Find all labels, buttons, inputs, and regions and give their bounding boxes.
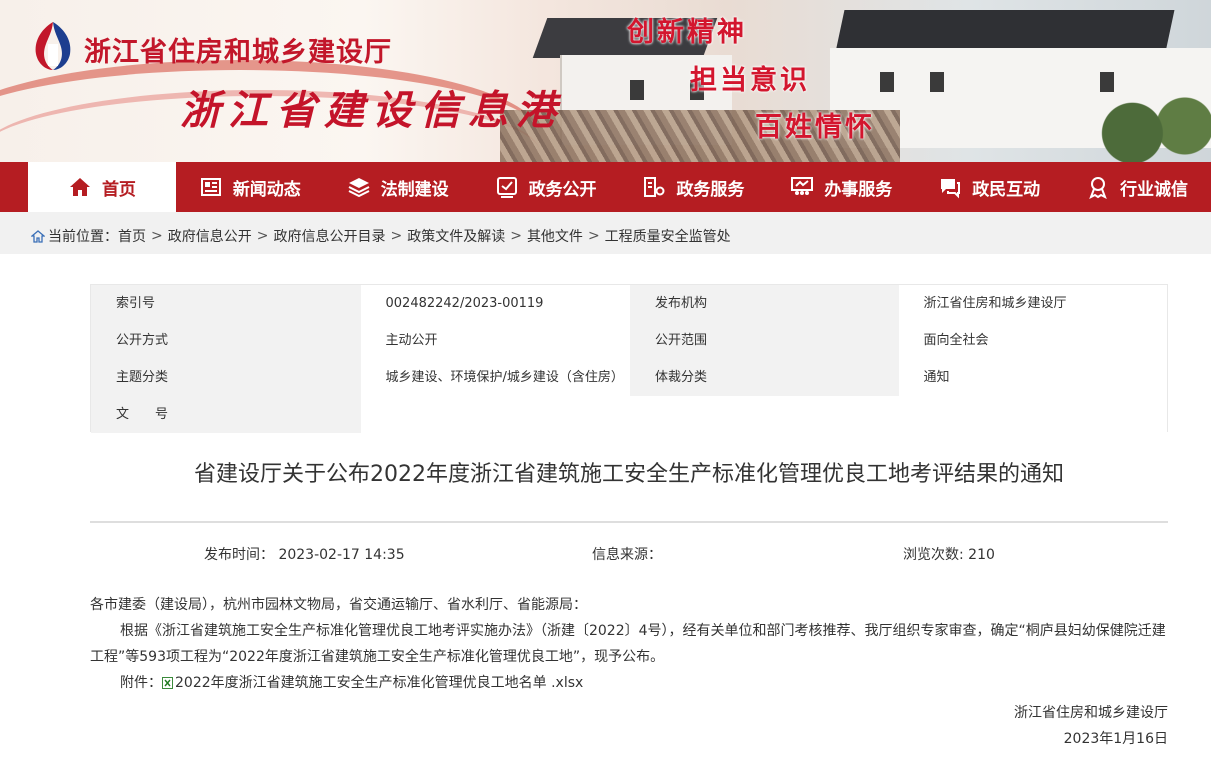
- breadcrumb-separator: >: [390, 228, 403, 244]
- excel-file-icon: [162, 677, 173, 689]
- nav-label: 政务公开: [528, 179, 597, 200]
- department-logo-icon[interactable]: [30, 20, 76, 72]
- home-icon: [31, 229, 45, 243]
- slogan-2: 担当意识: [690, 65, 810, 96]
- info-label: 发布机构: [630, 285, 899, 322]
- layers-icon: [348, 178, 370, 198]
- banner-building-roof: [835, 10, 1175, 52]
- breadcrumb-separator: >: [256, 228, 269, 244]
- nav-label: 行业诚信: [1120, 179, 1189, 200]
- award-icon: [1089, 177, 1107, 199]
- approval-icon: [496, 177, 517, 198]
- info-value: 主动公开: [360, 322, 630, 359]
- chat-icon: [941, 179, 961, 199]
- info-value: 浙江省住房和城乡建设厅: [898, 285, 1167, 322]
- info-label: 索引号: [91, 285, 361, 322]
- nav-label: 法制建设: [380, 179, 449, 200]
- signature-date: 2023年1月16日: [1063, 731, 1168, 747]
- slogan-3: 百姓情怀: [755, 112, 875, 143]
- info-row: 索引号 002482242/2023-00119 发布机构 浙江省住房和城乡建设…: [91, 285, 1167, 322]
- signature-block: 浙江省住房和城乡建设厅 2023年1月16日: [90, 700, 1168, 752]
- info-label: 公开范围: [630, 322, 899, 359]
- info-label: [630, 396, 899, 433]
- attachment-link[interactable]: 2022年度浙江省建筑施工安全生产标准化管理优良工地名单 .xlsx: [175, 670, 583, 696]
- org-name[interactable]: 浙江省住房和城乡建设厅: [84, 30, 392, 69]
- info-label: 公开方式: [91, 322, 361, 359]
- nav-item-gov-affairs[interactable]: 政务公开: [472, 162, 620, 212]
- breadcrumb-separator: >: [151, 228, 163, 244]
- banner-trees: [1080, 90, 1211, 162]
- site-banner: 浙江省住房和城乡建设厅 浙江省建设信息港 创新精神 担当意识 百姓情怀: [0, 0, 1211, 162]
- document-info-table: 索引号 002482242/2023-00119 发布机构 浙江省住房和城乡建设…: [90, 284, 1168, 433]
- article-salutation: 各市建委（建设局），杭州市园林文物局，省交通运输厅、省水利厅、省能源局：: [90, 597, 587, 613]
- meeting-icon: [791, 177, 814, 195]
- breadcrumb-policy[interactable]: 政策文件及解读: [407, 226, 505, 246]
- attachment-label: 附件：: [120, 675, 162, 691]
- view-count: 浏览次数: 210: [903, 547, 995, 563]
- breadcrumb-separator: >: [510, 228, 522, 244]
- home-icon: [69, 178, 90, 196]
- newspaper-icon: [200, 178, 221, 196]
- nav-label: 首页: [101, 179, 136, 200]
- nav-item-interaction[interactable]: 政民互动: [915, 162, 1063, 212]
- breadcrumb-separator: >: [587, 228, 600, 244]
- publish-time: 发布时间： 2023-02-17 14:35: [204, 547, 405, 563]
- info-label: 主题分类: [91, 359, 361, 396]
- banner-window: [880, 72, 894, 92]
- nav-item-home[interactable]: 首页: [28, 162, 176, 212]
- breadcrumb-other-files[interactable]: 其他文件: [527, 226, 583, 246]
- info-row: 主题分类 城乡建设、环境保护/城乡建设（含住房） 体裁分类 通知: [91, 359, 1167, 396]
- attachment-row: 附件： 2022年度浙江省建筑施工安全生产标准化管理优良工地名单 .xlsx: [90, 670, 1168, 696]
- nav-label: 办事服务: [824, 179, 893, 200]
- nav-label: 新闻动态: [232, 179, 301, 200]
- site-name: 浙江省建设信息港: [180, 87, 564, 134]
- info-value: [898, 396, 1167, 433]
- info-value: 002482242/2023-00119: [360, 285, 630, 322]
- banner-window: [930, 72, 944, 92]
- info-value: 通知: [898, 359, 1167, 396]
- main-nav: 首页 新闻动态 法制建设 政务公开 政务服务 办事服务 政民互动 行业诚信: [0, 162, 1211, 212]
- nav-item-handle-service[interactable]: 办事服务: [767, 162, 915, 212]
- divider: [90, 521, 1168, 523]
- article-paragraph: 根据《浙江省建筑施工安全生产标准化管理优良工地考评实施办法》（浙建〔2022〕4…: [90, 623, 1166, 665]
- nav-item-credit[interactable]: 行业诚信: [1063, 162, 1211, 212]
- info-label: 文 号: [91, 396, 361, 433]
- breadcrumb-quality-dept[interactable]: 工程质量安全监管处: [605, 226, 731, 246]
- breadcrumb-home[interactable]: 首页: [118, 226, 146, 246]
- breadcrumb-gov-info[interactable]: 政府信息公开: [168, 226, 252, 246]
- slogan-1: 创新精神: [627, 17, 747, 48]
- signature-org: 浙江省住房和城乡建设厅: [1014, 705, 1168, 721]
- breadcrumb-prefix: 当前位置：: [48, 229, 118, 245]
- info-row: 公开方式 主动公开 公开范围 面向全社会: [91, 322, 1167, 359]
- info-label: 体裁分类: [630, 359, 899, 396]
- breadcrumb-bar: 当前位置： 首页 > 政府信息公开 > 政府信息公开目录 > 政策文件及解读 >…: [0, 212, 1211, 254]
- banner-window: [1100, 72, 1114, 92]
- nav-label: 政务服务: [676, 179, 745, 200]
- info-value: 面向全社会: [898, 322, 1167, 359]
- nav-item-news[interactable]: 新闻动态: [176, 162, 324, 212]
- nav-item-legal[interactable]: 法制建设: [324, 162, 472, 212]
- nav-item-gov-service[interactable]: 政务服务: [620, 162, 768, 212]
- server-gear-icon: [644, 177, 665, 197]
- banner-window: [630, 80, 644, 100]
- info-source: 信息来源：: [592, 547, 662, 563]
- nav-label: 政民互动: [972, 179, 1041, 200]
- info-value: 城乡建设、环境保护/城乡建设（含住房）: [360, 359, 630, 396]
- info-value: [360, 396, 630, 433]
- info-row: 文 号: [91, 396, 1167, 433]
- breadcrumb-gov-info-catalog[interactable]: 政府信息公开目录: [273, 226, 385, 246]
- breadcrumb: 当前位置： 首页 > 政府信息公开 > 政府信息公开目录 > 政策文件及解读 >…: [31, 226, 731, 246]
- article-body: 各市建委（建设局），杭州市园林文物局，省交通运输厅、省水利厅、省能源局： 根据《…: [90, 592, 1168, 752]
- article-title: 省建设厅关于公布2022年度浙江省建筑施工安全生产标准化管理优良工地考评结果的通…: [194, 462, 1064, 487]
